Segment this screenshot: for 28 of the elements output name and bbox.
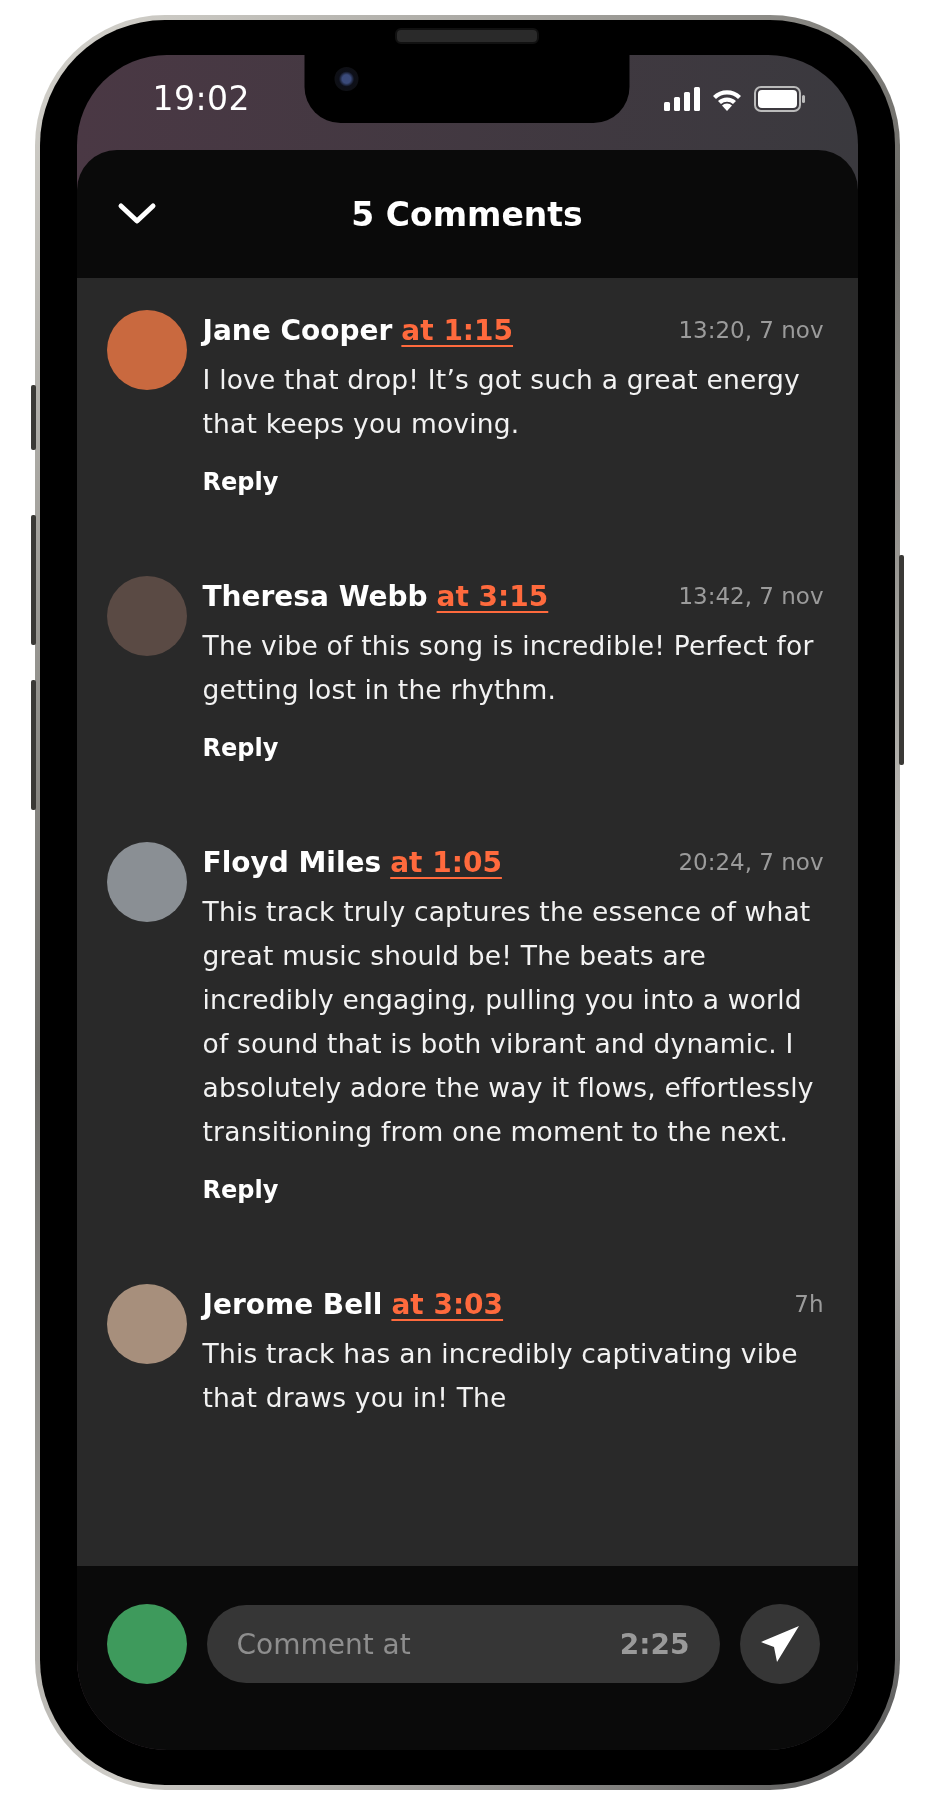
timestamp-link[interactable]: at 1:05: [390, 845, 502, 879]
comment-time: 20:24, 7 nov: [678, 849, 824, 875]
author-name: Floyd Miles: [202, 845, 382, 879]
timestamp-link[interactable]: at 3:03: [391, 1287, 504, 1321]
signal-icon: [663, 86, 700, 111]
comment-text: This track has an incredibly captivating vibe that draws you in! The: [202, 1337, 799, 1415]
author-name: Jerome Bell: [202, 1287, 383, 1321]
comment-time: 13:20, 7 nov: [678, 317, 824, 343]
comment-field[interactable]: Comment at 2:25: [206, 1605, 720, 1683]
author-name: Jane Cooper: [202, 313, 393, 347]
timestamp-link[interactable]: at 3:15: [436, 579, 549, 613]
comments-title: 5 Comments: [351, 194, 583, 234]
reply-button[interactable]: Reply: [202, 734, 279, 762]
camera-icon: [334, 67, 359, 91]
comment-input[interactable]: Comment at: [236, 1627, 620, 1661]
comment-text: I love that drop! It’s got such a great energy that keeps you moving.: [202, 363, 801, 441]
comment-time: 13:42, 7 nov: [678, 583, 824, 609]
author-name: Theresa Webb: [202, 579, 428, 613]
reply-button[interactable]: Reply: [202, 1176, 279, 1204]
status-time: 19:02: [152, 79, 251, 118]
input-timestamp: 2:25: [619, 1627, 690, 1661]
comment-text: This track truly captures the essence of what great music should be! The beats are incredibly engaging, pulling you into a world of sound that is both vibrant and dynamic. I absolutely adore the way it flows, effortlessly transitioning from one moment to the next.: [202, 895, 815, 1149]
reply-button[interactable]: Reply: [202, 468, 279, 496]
comment-time: 7h: [794, 1291, 824, 1317]
timestamp-link[interactable]: at 1:15: [401, 313, 514, 347]
comment-text: The vibe of this song is incredible! Perfect for getting lost in the rhythm.: [202, 629, 815, 707]
chevron-down-icon: [116, 201, 157, 227]
battery-icon: [753, 85, 806, 112]
